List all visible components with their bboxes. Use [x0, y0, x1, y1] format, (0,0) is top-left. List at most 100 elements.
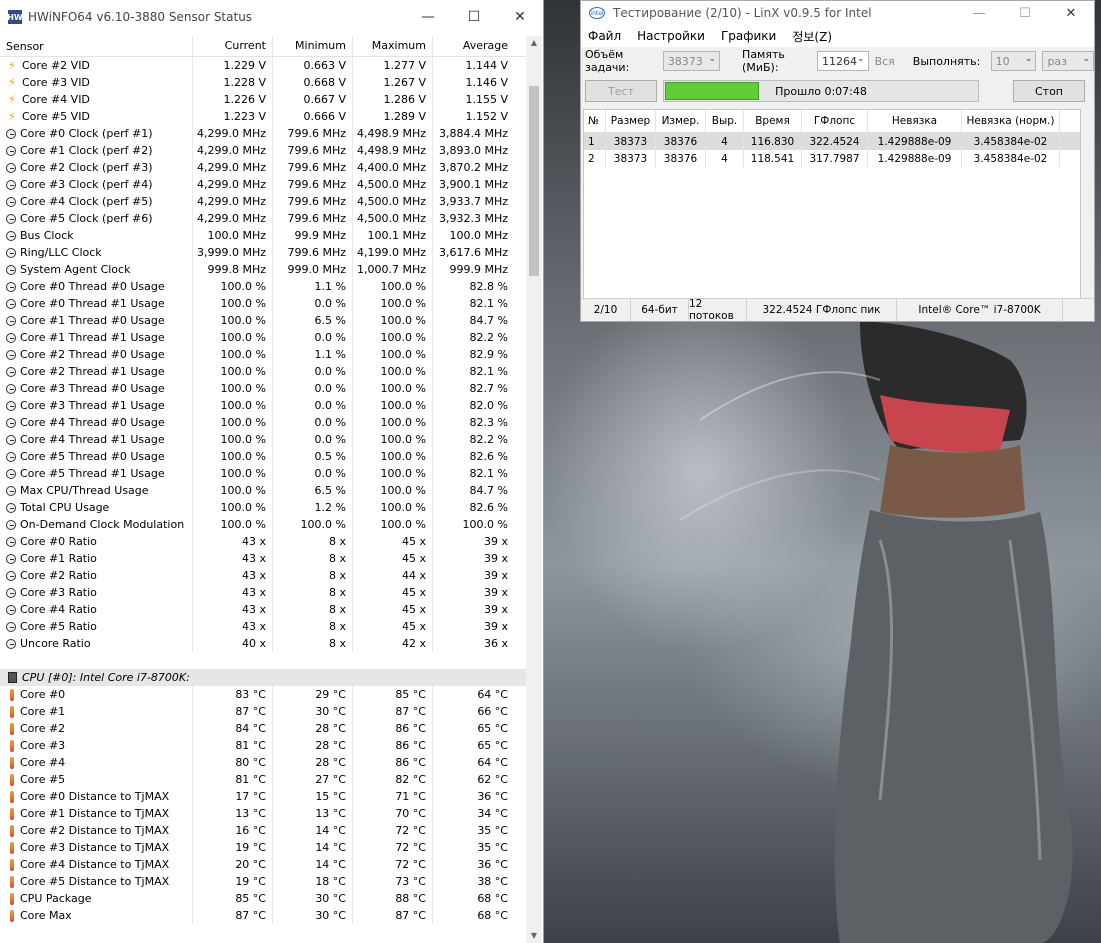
sensor-row[interactable]: Uncore Ratio 40 x8 x 42 x 36 x	[0, 635, 526, 652]
column-header-sensor[interactable]: Sensor	[0, 40, 192, 53]
sensor-row[interactable]: Core #5 Distance to TjMAX 19 °C 18 °C 73 °C…	[0, 873, 526, 890]
sensor-row[interactable]: Total CPU Usage 100.0 % 1.2 % 100.0 % 82.6 %	[0, 499, 526, 516]
sensor-row[interactable]: Core #3 Thread #0 Usage 100.0 % 0.0 % 100.0…	[0, 380, 526, 397]
sensor-row[interactable]: Core #2 Thread #0 Usage 100.0 % 1.1 % 100.0…	[0, 346, 526, 363]
sensor-row[interactable]: ⚡ Core #2 VID 1.229 V 0.663 V 1.277 V 1.144 V	[0, 57, 526, 74]
maximize-button[interactable]: ☐	[451, 0, 497, 34]
sensor-row[interactable]: Core #4 Thread #1 Usage 100.0 % 0.0 % 100.0…	[0, 431, 526, 448]
sensor-row[interactable]: Core #3 Clock (perf #4) 4,299.0 MHz 799.6 …	[0, 176, 526, 193]
sensor-row[interactable]: Core #0 Distance to TjMAX 17 °C 15 °C 71 °C…	[0, 788, 526, 805]
test-button[interactable]: Тест	[585, 80, 657, 102]
sensor-row[interactable]: System Agent Clock 999.8 MHz 999.0 MHz 1,00…	[0, 261, 526, 278]
memory-combo[interactable]: 11264 ⌄	[817, 51, 869, 71]
result-cell-col-dim: 38376	[656, 133, 706, 150]
sensor-row[interactable]: Core #0 Thread #0 Usage 100.0 % 1.1 % 100.0…	[0, 278, 526, 295]
sensor-row[interactable]: Core #5 Ratio 43 x8 x 45 x 39 x	[0, 618, 526, 635]
results-header-col-dim[interactable]: Измер.	[656, 110, 706, 132]
result-row[interactable]: 2 38373 38376 4 118.541 317.7987 1.429888e-09 3…	[584, 150, 1080, 167]
thermometer-icon	[10, 892, 14, 905]
sensor-row[interactable]: Bus Clock 100.0 MHz 99.9 MHz 100.1 MHz 100.0…	[0, 227, 526, 244]
menu-graphs[interactable]: Графики	[721, 29, 776, 43]
sensor-row[interactable]: Core #2 84 °C 28 °C 86 °C 65 °C	[0, 720, 526, 737]
sensor-group-header[interactable]: CPU [#0]: Intel Core i7-8700K: ...	[0, 669, 526, 686]
column-header-maximum[interactable]: Maximum	[352, 36, 432, 56]
sensor-row[interactable]: Core #5 Thread #0 Usage 100.0 % 0.5 % 100.0…	[0, 448, 526, 465]
linx-maximize-button[interactable]: ☐	[1002, 1, 1048, 25]
gauge-icon	[6, 230, 16, 241]
results-header-col-residual[interactable]: Невязка	[868, 110, 962, 132]
sensor-name: On-Demand Clock Modulation	[20, 518, 185, 531]
close-button[interactable]: ✕	[497, 0, 543, 34]
scrollbar-thumb[interactable]	[529, 86, 539, 276]
sensor-minimum: 799.6 MHz	[272, 142, 352, 159]
sensor-row[interactable]: Core #1 Ratio 43 x8 x 45 x 39 x	[0, 550, 526, 567]
linx-minimize-button[interactable]: —	[956, 1, 1002, 25]
sensor-row[interactable]: Core #1 Thread #1 Usage 100.0 % 0.0 % 100.0…	[0, 329, 526, 346]
sensor-maximum: 100.0 %	[352, 295, 432, 312]
results-header-col-time[interactable]: Время	[744, 110, 802, 132]
sensor-row[interactable]: Core #2 Clock (perf #3) 4,299.0 MHz 799.6 …	[0, 159, 526, 176]
sensor-average: 82.7 %	[432, 380, 514, 397]
minimize-button[interactable]: —	[405, 0, 451, 34]
sensor-row[interactable]: Core #5 Clock (perf #6) 4,299.0 MHz 799.6 …	[0, 210, 526, 227]
all-memory-checkbox-label[interactable]: Вся	[875, 55, 895, 68]
sensor-row[interactable]: Core #4 Clock (perf #5) 4,299.0 MHz 799.6 …	[0, 193, 526, 210]
sensor-row[interactable]: Core #4 80 °C 28 °C 86 °C 64 °C	[0, 754, 526, 771]
menu-file[interactable]: Файл	[588, 29, 621, 43]
sensor-row[interactable]: Core Max 87 °C 30 °C 87 °C 68 °C	[0, 907, 526, 924]
column-header-minimum[interactable]: Minimum	[272, 36, 352, 56]
sensor-row[interactable]: Core #0 Thread #1 Usage 100.0 % 0.0 % 100.0…	[0, 295, 526, 312]
sensor-row[interactable]: Core #5 Thread #1 Usage 100.0 % 0.0 % 100.0…	[0, 465, 526, 482]
sensor-row[interactable]: Core #3 Thread #1 Usage 100.0 % 0.0 % 100.0…	[0, 397, 526, 414]
results-header-col-residual-norm[interactable]: Невязка (норм.)	[962, 110, 1060, 132]
vertical-scrollbar[interactable]: ▲ ▼	[526, 36, 542, 943]
menu-info[interactable]: 정보(Z)	[792, 28, 832, 45]
task-size-combo[interactable]: 38373 ⌄	[662, 51, 721, 71]
sensor-row[interactable]: Core #4 Ratio 43 x8 x 45 x 39 x	[0, 601, 526, 618]
scroll-up-arrow-icon[interactable]: ▲	[526, 36, 542, 50]
results-header-col-index[interactable]: №	[584, 110, 606, 132]
sensor-row[interactable]: Max CPU/Thread Usage 100.0 % 6.5 % 100.0 % 8…	[0, 482, 526, 499]
stop-button[interactable]: Стоп	[1013, 80, 1085, 102]
menu-settings[interactable]: Настройки	[637, 29, 705, 43]
sensor-row[interactable]: Core #3 Ratio 43 x8 x 45 x 39 x	[0, 584, 526, 601]
sensor-row[interactable]: Core #2 Ratio 43 x8 x 44 x 39 x	[0, 567, 526, 584]
scroll-down-arrow-icon[interactable]: ▼	[526, 929, 542, 943]
sensor-row[interactable]: Core #1 Distance to TjMAX 13 °C 13 °C 70 °C…	[0, 805, 526, 822]
sensor-row[interactable]: Core #0 Ratio 43 x8 x 45 x 39 x	[0, 533, 526, 550]
sensor-row[interactable]: Core #4 Distance to TjMAX 20 °C 14 °C 72 °C…	[0, 856, 526, 873]
hwinfo-titlebar[interactable]: HW HWiNFO64 v6.10-3880 Sensor Status — ☐…	[0, 0, 543, 34]
sensor-row[interactable]: Core #3 81 °C 28 °C 86 °C 65 °C	[0, 737, 526, 754]
column-header-current[interactable]: Current	[192, 36, 272, 56]
sensor-average: 100.0 MHz	[432, 227, 514, 244]
sensor-row[interactable]: Core #0 Clock (perf #1) 4,299.0 MHz 799.6 …	[0, 125, 526, 142]
sensor-row[interactable]: Core #3 Distance to TjMAX 19 °C 14 °C 72 °C…	[0, 839, 526, 856]
results-header-col-size[interactable]: Размер	[606, 110, 656, 132]
sensor-row[interactable]: Core #1 Thread #0 Usage 100.0 % 6.5 % 100.0…	[0, 312, 526, 329]
sensor-row[interactable]: Core #5 81 °C 27 °C 82 °C 62 °C	[0, 771, 526, 788]
sensor-average: 82.1 %	[432, 363, 514, 380]
column-header-average[interactable]: Average	[432, 36, 514, 56]
sensor-row[interactable]: Core #4 Thread #0 Usage 100.0 % 0.0 % 100.0…	[0, 414, 526, 431]
sensor-row[interactable]: Core #1 Clock (perf #2) 4,299.0 MHz 799.6 …	[0, 142, 526, 159]
sensor-row[interactable]: Core #2 Distance to TjMAX 16 °C 14 °C 72 °C…	[0, 822, 526, 839]
results-header-col-align[interactable]: Выр.	[706, 110, 744, 132]
sensor-row[interactable]: ⚡ Core #3 VID 1.228 V 0.668 V 1.267 V 1.146 V	[0, 74, 526, 91]
linx-close-button[interactable]: ✕	[1048, 1, 1094, 25]
sensor-row[interactable]: Core #1 87 °C 30 °C 87 °C 66 °C	[0, 703, 526, 720]
sensor-row[interactable]: CPU Package 85 °C 30 °C 88 °C 68 °C	[0, 890, 526, 907]
run-count-combo[interactable]: 10 ⌄	[990, 51, 1037, 71]
sensor-row[interactable]: ⚡ Core #5 VID 1.223 V 0.666 V 1.289 V 1.152 V	[0, 108, 526, 125]
sensor-row[interactable]: ⚡ Core #4 VID 1.226 V 0.667 V 1.286 V 1.155 V	[0, 91, 526, 108]
sensor-name: Core #2 VID	[22, 59, 90, 72]
sensor-row[interactable]: Core #0 83 °C 29 °C 85 °C 64 °C	[0, 686, 526, 703]
sensor-row[interactable]: On-Demand Clock Modulation 100.0 % 100.0 %…	[0, 516, 526, 533]
result-row[interactable]: 1 38373 38376 4 116.830 322.4524 1.429888e-09 3…	[584, 133, 1080, 150]
sensor-minimum: 799.6 MHz	[272, 159, 352, 176]
sensor-row[interactable]: Ring/LLC Clock 3,999.0 MHz 799.6 MHz 4,199.…	[0, 244, 526, 261]
run-unit-combo[interactable]: раз ⌄	[1042, 51, 1094, 71]
result-cell-col-residual-norm: 3.458384e-02	[962, 150, 1060, 167]
sensor-row[interactable]: Core #2 Thread #1 Usage 100.0 % 0.0 % 100.0…	[0, 363, 526, 380]
linx-titlebar[interactable]: intel Тестирование (2/10) - LinX v0.9.5 …	[581, 1, 1094, 25]
results-header-col-gflops[interactable]: ГФлопс	[802, 110, 868, 132]
